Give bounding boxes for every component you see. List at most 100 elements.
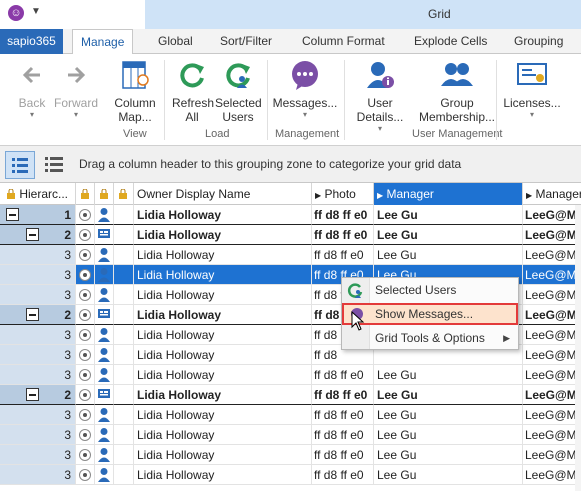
type-icon-cell[interactable]	[95, 405, 114, 425]
type-icon-cell[interactable]	[95, 385, 114, 405]
tab-sort-filter[interactable]: Sort/Filter	[212, 29, 280, 54]
photo-cell[interactable]: ff d8 ff e0	[312, 445, 374, 465]
manager-mail-cell[interactable]: LeeG@M3	[523, 385, 581, 405]
column-header-lock-2[interactable]	[95, 183, 114, 205]
hierarchy-cell[interactable]: 3	[0, 405, 76, 425]
hierarchy-cell[interactable]: 3	[0, 325, 76, 345]
hierarchy-cell[interactable]: 3	[0, 425, 76, 445]
status-cell[interactable]	[76, 385, 95, 405]
manager-cell[interactable]: Lee Gu	[374, 425, 523, 445]
tab-explode-cells[interactable]: Explode Cells	[406, 29, 495, 54]
status-cell[interactable]	[76, 245, 95, 265]
manager-mail-cell[interactable]: LeeG@M3	[523, 305, 581, 325]
type-icon-cell[interactable]	[95, 465, 114, 485]
manager-mail-cell[interactable]: LeeG@M3	[523, 405, 581, 425]
column-header-manager[interactable]: ▶ Manager	[374, 183, 523, 205]
manager-mail-cell[interactable]: LeeG@M3	[523, 365, 581, 385]
status-cell[interactable]	[76, 285, 95, 305]
table-row[interactable]: 3 Lidia Hollowayff d8 ff e0Lee GuLeeG@M3	[0, 405, 581, 425]
table-row[interactable]: 3 Lidia Hollowayff d8 ff e0Lee GuLeeG@M3	[0, 365, 581, 385]
column-map-button[interactable]: Column Map...	[110, 58, 160, 124]
column-header-owner[interactable]: Owner Display Name	[134, 183, 312, 205]
hierarchy-cell[interactable]: 3	[0, 445, 76, 465]
tab-sapio365[interactable]: sapio365	[0, 29, 63, 54]
status-cell[interactable]	[76, 305, 95, 325]
owner-cell[interactable]: Lidia Holloway	[134, 365, 312, 385]
hierarchy-cell[interactable]: 2	[0, 225, 76, 245]
type-icon-cell[interactable]	[95, 305, 114, 325]
status-cell[interactable]	[76, 425, 95, 445]
manager-cell[interactable]: Lee Gu	[374, 245, 523, 265]
column-header-lock-3[interactable]	[114, 183, 134, 205]
status-cell[interactable]	[76, 405, 95, 425]
owner-cell[interactable]: Lidia Holloway	[134, 385, 312, 405]
licenses-button[interactable]: Licenses... ▾	[502, 58, 562, 119]
messages-button[interactable]: Messages... ▾	[272, 58, 338, 119]
manager-mail-cell[interactable]: LeeG@M3	[523, 245, 581, 265]
blank-cell[interactable]	[114, 285, 134, 305]
status-cell[interactable]	[76, 205, 95, 225]
manager-cell[interactable]: Lee Gu	[374, 385, 523, 405]
tab-column-format[interactable]: Column Format	[294, 29, 393, 54]
blank-cell[interactable]	[114, 465, 134, 485]
owner-cell[interactable]: Lidia Holloway	[134, 465, 312, 485]
status-cell[interactable]	[76, 465, 95, 485]
refresh-all-button[interactable]: Refresh All	[170, 58, 214, 124]
blank-cell[interactable]	[114, 265, 134, 285]
type-icon-cell[interactable]	[95, 285, 114, 305]
manager-mail-cell[interactable]: LeeG@M3	[523, 265, 581, 285]
manager-mail-cell[interactable]: LeeG@M3	[523, 465, 581, 485]
menu-item-selected-users[interactable]: Selected Users	[342, 279, 518, 301]
type-icon-cell[interactable]	[95, 205, 114, 225]
owner-cell[interactable]: Lidia Holloway	[134, 325, 312, 345]
type-icon-cell[interactable]	[95, 265, 114, 285]
tab-manage[interactable]: Manage	[72, 29, 134, 55]
owner-cell[interactable]: Lidia Holloway	[134, 425, 312, 445]
hierarchy-cell[interactable]: 2	[0, 305, 76, 325]
photo-cell[interactable]: ff d8 ff e0	[312, 225, 374, 245]
type-icon-cell[interactable]	[95, 225, 114, 245]
menu-item-show-messages[interactable]: Show Messages...	[342, 303, 518, 325]
type-icon-cell[interactable]	[95, 345, 114, 365]
menu-item-grid-tools-options[interactable]: Grid Tools & Options ▶	[342, 327, 518, 349]
group-membership-button[interactable]: Group Membership...	[412, 58, 502, 124]
back-button[interactable]: Back ▾	[12, 58, 52, 119]
owner-cell[interactable]: Lidia Holloway	[134, 345, 312, 365]
status-cell[interactable]	[76, 265, 95, 285]
manager-mail-cell[interactable]: LeeG@M3	[523, 205, 581, 225]
tab-global[interactable]: Global	[150, 29, 201, 54]
manager-cell[interactable]: Lee Gu	[374, 445, 523, 465]
hierarchy-cell[interactable]: 1	[0, 205, 76, 225]
blank-cell[interactable]	[114, 305, 134, 325]
photo-cell[interactable]: ff d8 ff e0	[312, 365, 374, 385]
status-cell[interactable]	[76, 225, 95, 245]
collapse-icon[interactable]	[26, 308, 39, 321]
owner-cell[interactable]: Lidia Holloway	[134, 285, 312, 305]
blank-cell[interactable]	[114, 245, 134, 265]
app-icon[interactable]: ☺	[8, 5, 24, 21]
hierarchy-cell[interactable]: 3	[0, 365, 76, 385]
column-header-photo[interactable]: ▶ Photo	[312, 183, 374, 205]
grouping-zone[interactable]: Drag a column header to this grouping zo…	[0, 146, 581, 183]
manager-cell[interactable]: Lee Gu	[374, 365, 523, 385]
manager-mail-cell[interactable]: LeeG@M3	[523, 325, 581, 345]
column-header-manager-mail[interactable]: ▶ Manager	[523, 183, 581, 205]
table-row[interactable]: 3 Lidia Hollowayff d8 ff e0Lee GuLeeG@M3	[0, 445, 581, 465]
table-row[interactable]: 3 Lidia Hollowayff d8 ff e0Lee GuLeeG@M3	[0, 245, 581, 265]
manager-cell[interactable]: Lee Gu	[374, 405, 523, 425]
flat-view-button[interactable]	[40, 151, 70, 179]
blank-cell[interactable]	[114, 445, 134, 465]
table-row[interactable]: 3 Lidia Hollowayff d8 ff e0Lee GuLeeG@M3	[0, 425, 581, 445]
blank-cell[interactable]	[114, 385, 134, 405]
hierarchy-cell[interactable]: 2	[0, 385, 76, 405]
hierarchy-cell[interactable]: 3	[0, 265, 76, 285]
owner-cell[interactable]: Lidia Holloway	[134, 205, 312, 225]
manager-mail-cell[interactable]: LeeG@M3	[523, 425, 581, 445]
quick-access-dropdown-icon[interactable]: ▼	[31, 6, 41, 17]
owner-cell[interactable]: Lidia Holloway	[134, 245, 312, 265]
owner-cell[interactable]: Lidia Holloway	[134, 445, 312, 465]
tab-grouping[interactable]: Grouping	[506, 29, 571, 54]
table-row[interactable]: 3 Lidia Hollowayff d8 ff e0Lee GuLeeG@M3	[0, 465, 581, 485]
photo-cell[interactable]: ff d8 ff e0	[312, 425, 374, 445]
hierarchy-cell[interactable]: 3	[0, 245, 76, 265]
